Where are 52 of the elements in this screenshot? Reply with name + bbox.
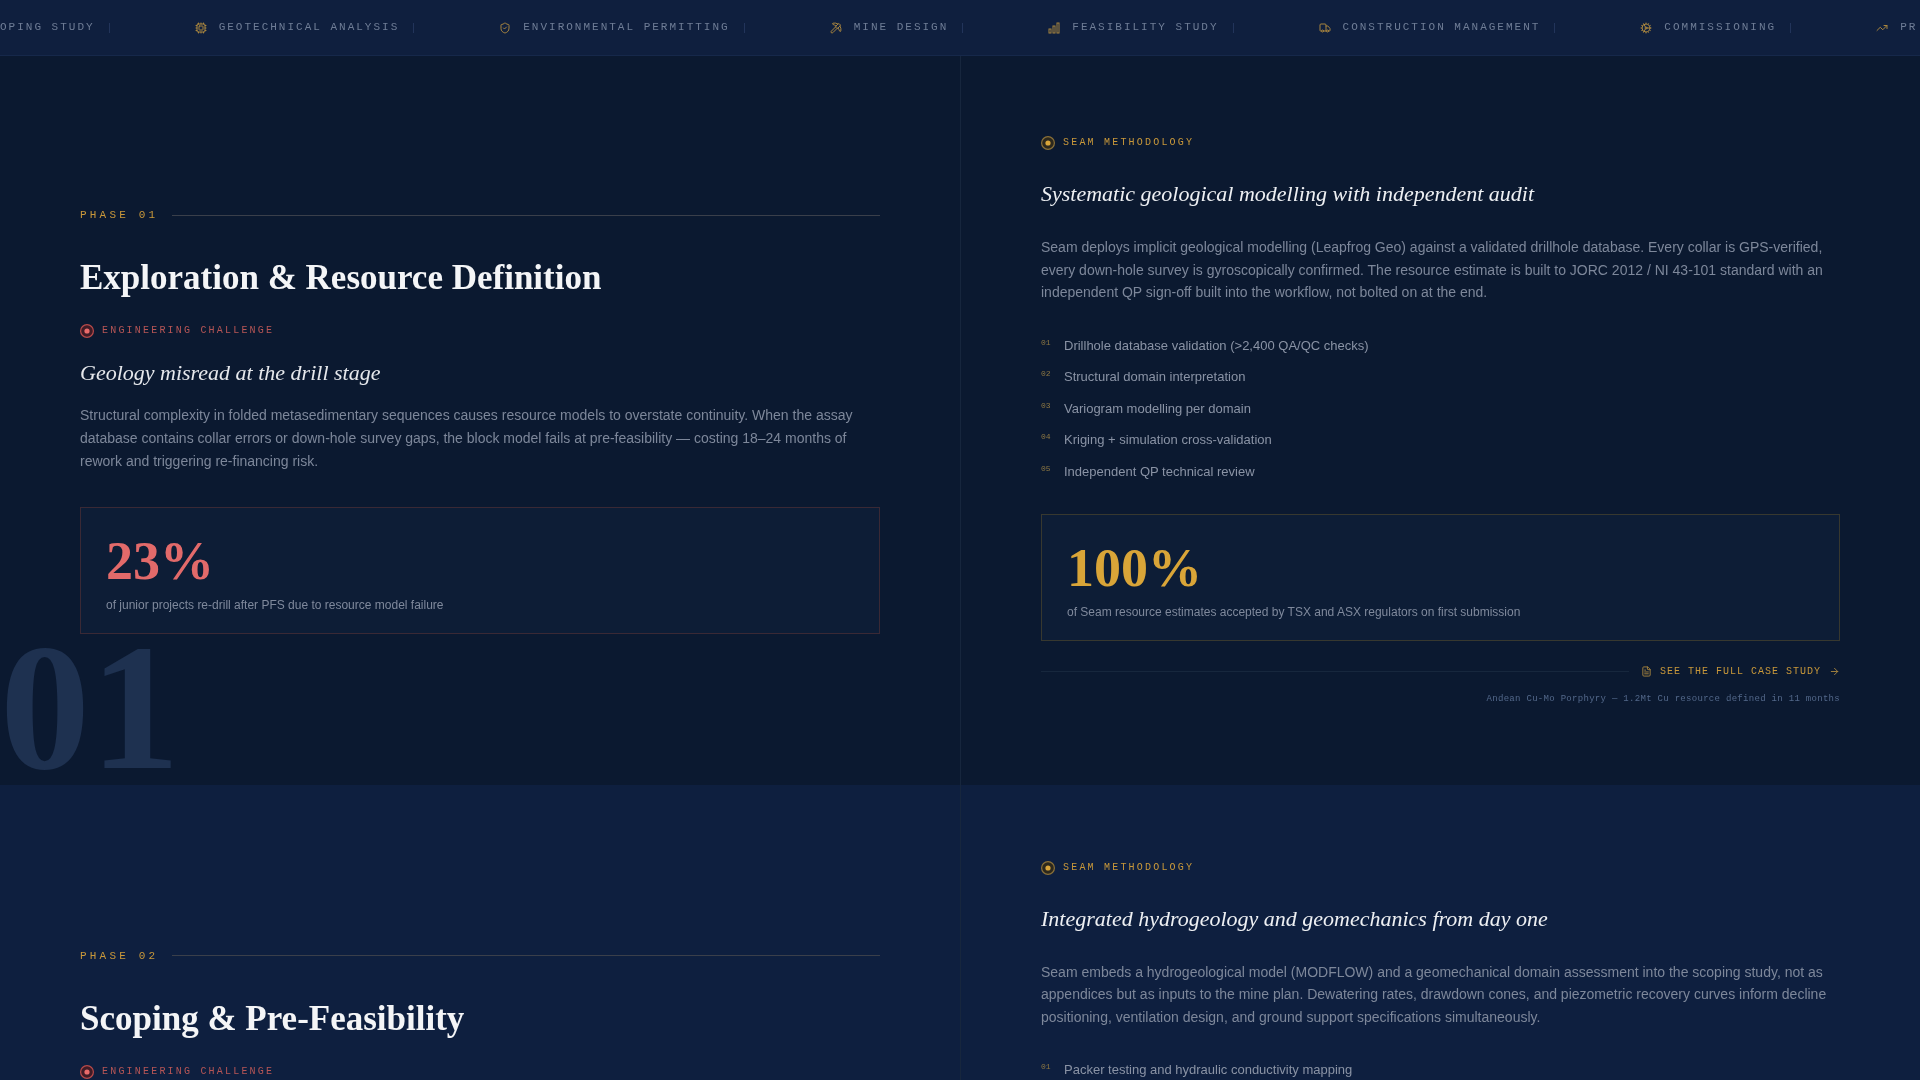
- phase-title: Scoping & Pre-Feasibility: [80, 997, 466, 1040]
- stat-value: 23%: [106, 531, 215, 591]
- ticker-item: ENVIRONMENTAL PERMITTING: [523, 20, 730, 36]
- challenge-dot-icon: [80, 1064, 94, 1079]
- step-text: Kriging + simulation cross-validation: [1064, 432, 1272, 448]
- step-text: Independent QP technical review: [1064, 463, 1255, 480]
- bar-chart-icon: [1048, 21, 1061, 34]
- arrow-right-icon: [1829, 666, 1840, 677]
- document-icon: [1640, 666, 1652, 677]
- challenge-paragraph: Structural complexity in folded metasedimentary sequences causes resource models to overstate continuity. When the assay database contains collar errors or down-hole survey gaps, the block model fails at pre-feasibility — costing 18–24 months of rework and triggering re-financing risk.: [80, 406, 854, 471]
- challenge-heading: Geology misread at the drill stage: [80, 359, 382, 387]
- case-study-note: Andean Cu-Mo Porphyry — 1.2Mt Cu resource defined in 11 months: [1486, 692, 1840, 705]
- methodology-dot-icon: [1041, 860, 1055, 875]
- methodology-heading: Systematic geological modelling with independent audit: [1041, 180, 1536, 208]
- stat-value: 100%: [1067, 537, 1203, 598]
- section-tag: SEAM METHODOLOGY: [1063, 860, 1195, 875]
- ticker-item: COMMISSIONING: [1664, 20, 1777, 36]
- step-number: 01: [1041, 1062, 1052, 1072]
- methodology-dot-icon: [1041, 136, 1055, 150]
- section-tag: ENGINEERING CHALLENGE: [102, 1064, 275, 1079]
- ticker-item: OPING STUDY: [0, 20, 95, 36]
- chip-icon: [194, 21, 207, 34]
- ticker-item: CONSTRUCTION MANAGEMENT: [1342, 20, 1541, 36]
- phase-title: Exploration & Resource Definition: [80, 257, 603, 299]
- step-number: 01: [1041, 337, 1052, 348]
- phase-label: PHASE 01: [80, 208, 159, 222]
- ticker-item: GEOTECHNICAL ANALYSIS: [218, 20, 400, 36]
- shield-check-icon: [499, 21, 512, 34]
- section-tag: ENGINEERING CHALLENGE: [102, 324, 275, 338]
- step-number: 03: [1041, 400, 1052, 411]
- pickaxe-icon: [829, 21, 842, 34]
- step-text: Packer testing and hydraulic conductivity mapping: [1064, 1062, 1353, 1078]
- case-study-link[interactable]: SEE THE FULL CASE STUDY: [1640, 664, 1840, 679]
- step-text: Structural domain interpretation: [1064, 369, 1246, 385]
- step-text: Drillhole database validation (>2,400 QA/QC checks): [1064, 337, 1369, 354]
- gear-icon: [1640, 21, 1653, 34]
- ticker-item: FEASIBILITY STUDY: [1072, 20, 1219, 36]
- step-text: Variogram modelling per domain: [1064, 400, 1251, 417]
- section-tag: SEAM METHODOLOGY: [1063, 136, 1195, 150]
- truck-icon: [1318, 21, 1331, 34]
- ticker-item: MINE DESIGN: [853, 20, 949, 36]
- methodology-paragraph: Seam embeds a hydrogeological model (MODFLOW) and a geomechanical domain assessment into the scoping study, not as appendices but as inputs to the mine plan. Dewatering rates, drawdown cones, and piezometric recovery curves inform decline positioning, ventilation design, and ground support specifications simultaneously.: [1041, 962, 1828, 1027]
- step-number: 02: [1041, 369, 1052, 379]
- stat-caption: of junior projects re-drill after PFS due to resource model failure: [106, 597, 445, 613]
- stat-caption: of Seam resource estimates accepted by TSX and ASX regulators on first submission: [1067, 603, 1522, 620]
- methodology-heading: Integrated hydrogeology and geomechanics from day one: [1041, 904, 1549, 933]
- methodology-paragraph: Seam deploys implicit geological modelling (Leapfrog Geo) against a validated drillhole database. Every collar is GPS-verified, every down-hole survey is gyroscopically confirmed. The resource estimate is built to JORC 2012 / NI 43-101 standard with an independent QP sign-off built into the workflow, not bolted on at the end.: [1041, 238, 1824, 302]
- challenge-dot-icon: [80, 324, 94, 338]
- step-number: 05: [1041, 463, 1052, 474]
- phase-label: PHASE 02: [80, 948, 159, 963]
- step-number: 04: [1041, 432, 1052, 442]
- ticker-item: PR: [1900, 20, 1918, 36]
